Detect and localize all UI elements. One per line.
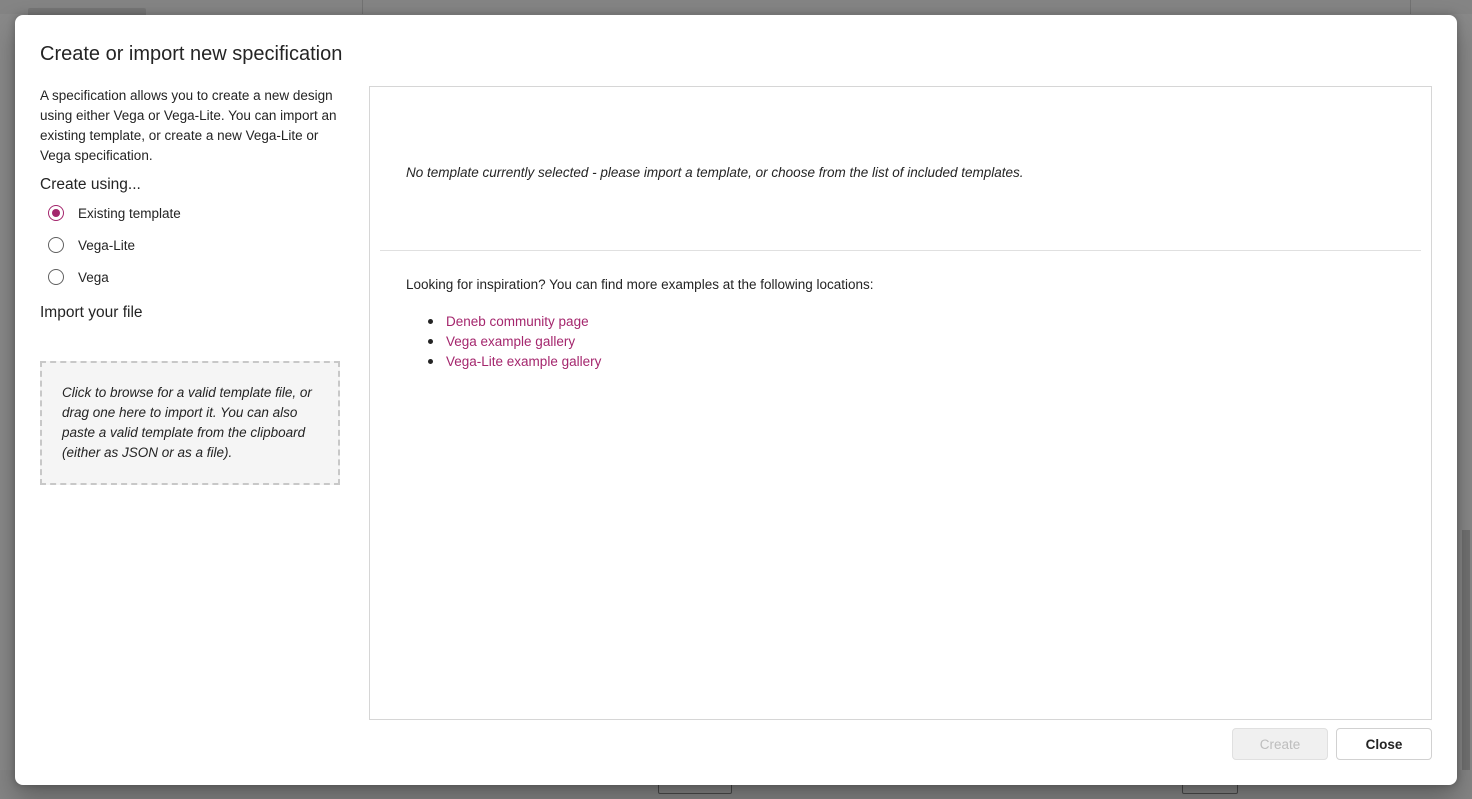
inspiration-text: Looking for inspiration? You can find mo…	[406, 277, 874, 292]
intro-text: A specification allows you to create a n…	[40, 88, 337, 163]
radio-label: Vega	[78, 269, 109, 285]
link-vega-lite-gallery[interactable]: Vega-Lite example gallery	[446, 354, 601, 369]
template-preview-panel: No template currently selected - please …	[369, 86, 1432, 720]
radio-button[interactable]	[48, 269, 64, 285]
create-using-label: Create using...	[40, 176, 141, 193]
dialog-title: Create or import new specification	[40, 43, 343, 65]
link-deneb-community[interactable]: Deneb community page	[446, 314, 589, 329]
example-links-list: Deneb community page Vega example galler…	[406, 311, 601, 371]
list-item: Vega example gallery	[427, 331, 601, 351]
file-dropzone[interactable]: Click to browse for a valid template fil…	[40, 361, 340, 485]
link-vega-gallery[interactable]: Vega example gallery	[446, 334, 575, 349]
create-specification-dialog: Create or import new specification A spe…	[15, 15, 1457, 785]
left-panel: A specification allows you to create a n…	[40, 86, 340, 485]
radio-existing-template[interactable]: Existing template	[48, 205, 181, 221]
radio-button-checked[interactable]	[48, 205, 64, 221]
list-item: Vega-Lite example gallery	[427, 351, 601, 371]
import-file-label: Import your file	[40, 304, 143, 321]
no-template-message: No template currently selected - please …	[406, 165, 1024, 180]
radio-label: Vega-Lite	[78, 237, 136, 253]
radio-button[interactable]	[48, 237, 64, 253]
radio-label: Existing template	[78, 205, 181, 221]
divider	[380, 250, 1421, 251]
dropzone-text: Click to browse for a valid template fil…	[62, 385, 312, 460]
close-button[interactable]: Close	[1336, 728, 1432, 760]
radio-vega-lite[interactable]: Vega-Lite	[48, 237, 135, 253]
radio-vega[interactable]: Vega	[48, 269, 109, 285]
list-item: Deneb community page	[427, 311, 601, 331]
create-button[interactable]: Create	[1232, 728, 1328, 760]
